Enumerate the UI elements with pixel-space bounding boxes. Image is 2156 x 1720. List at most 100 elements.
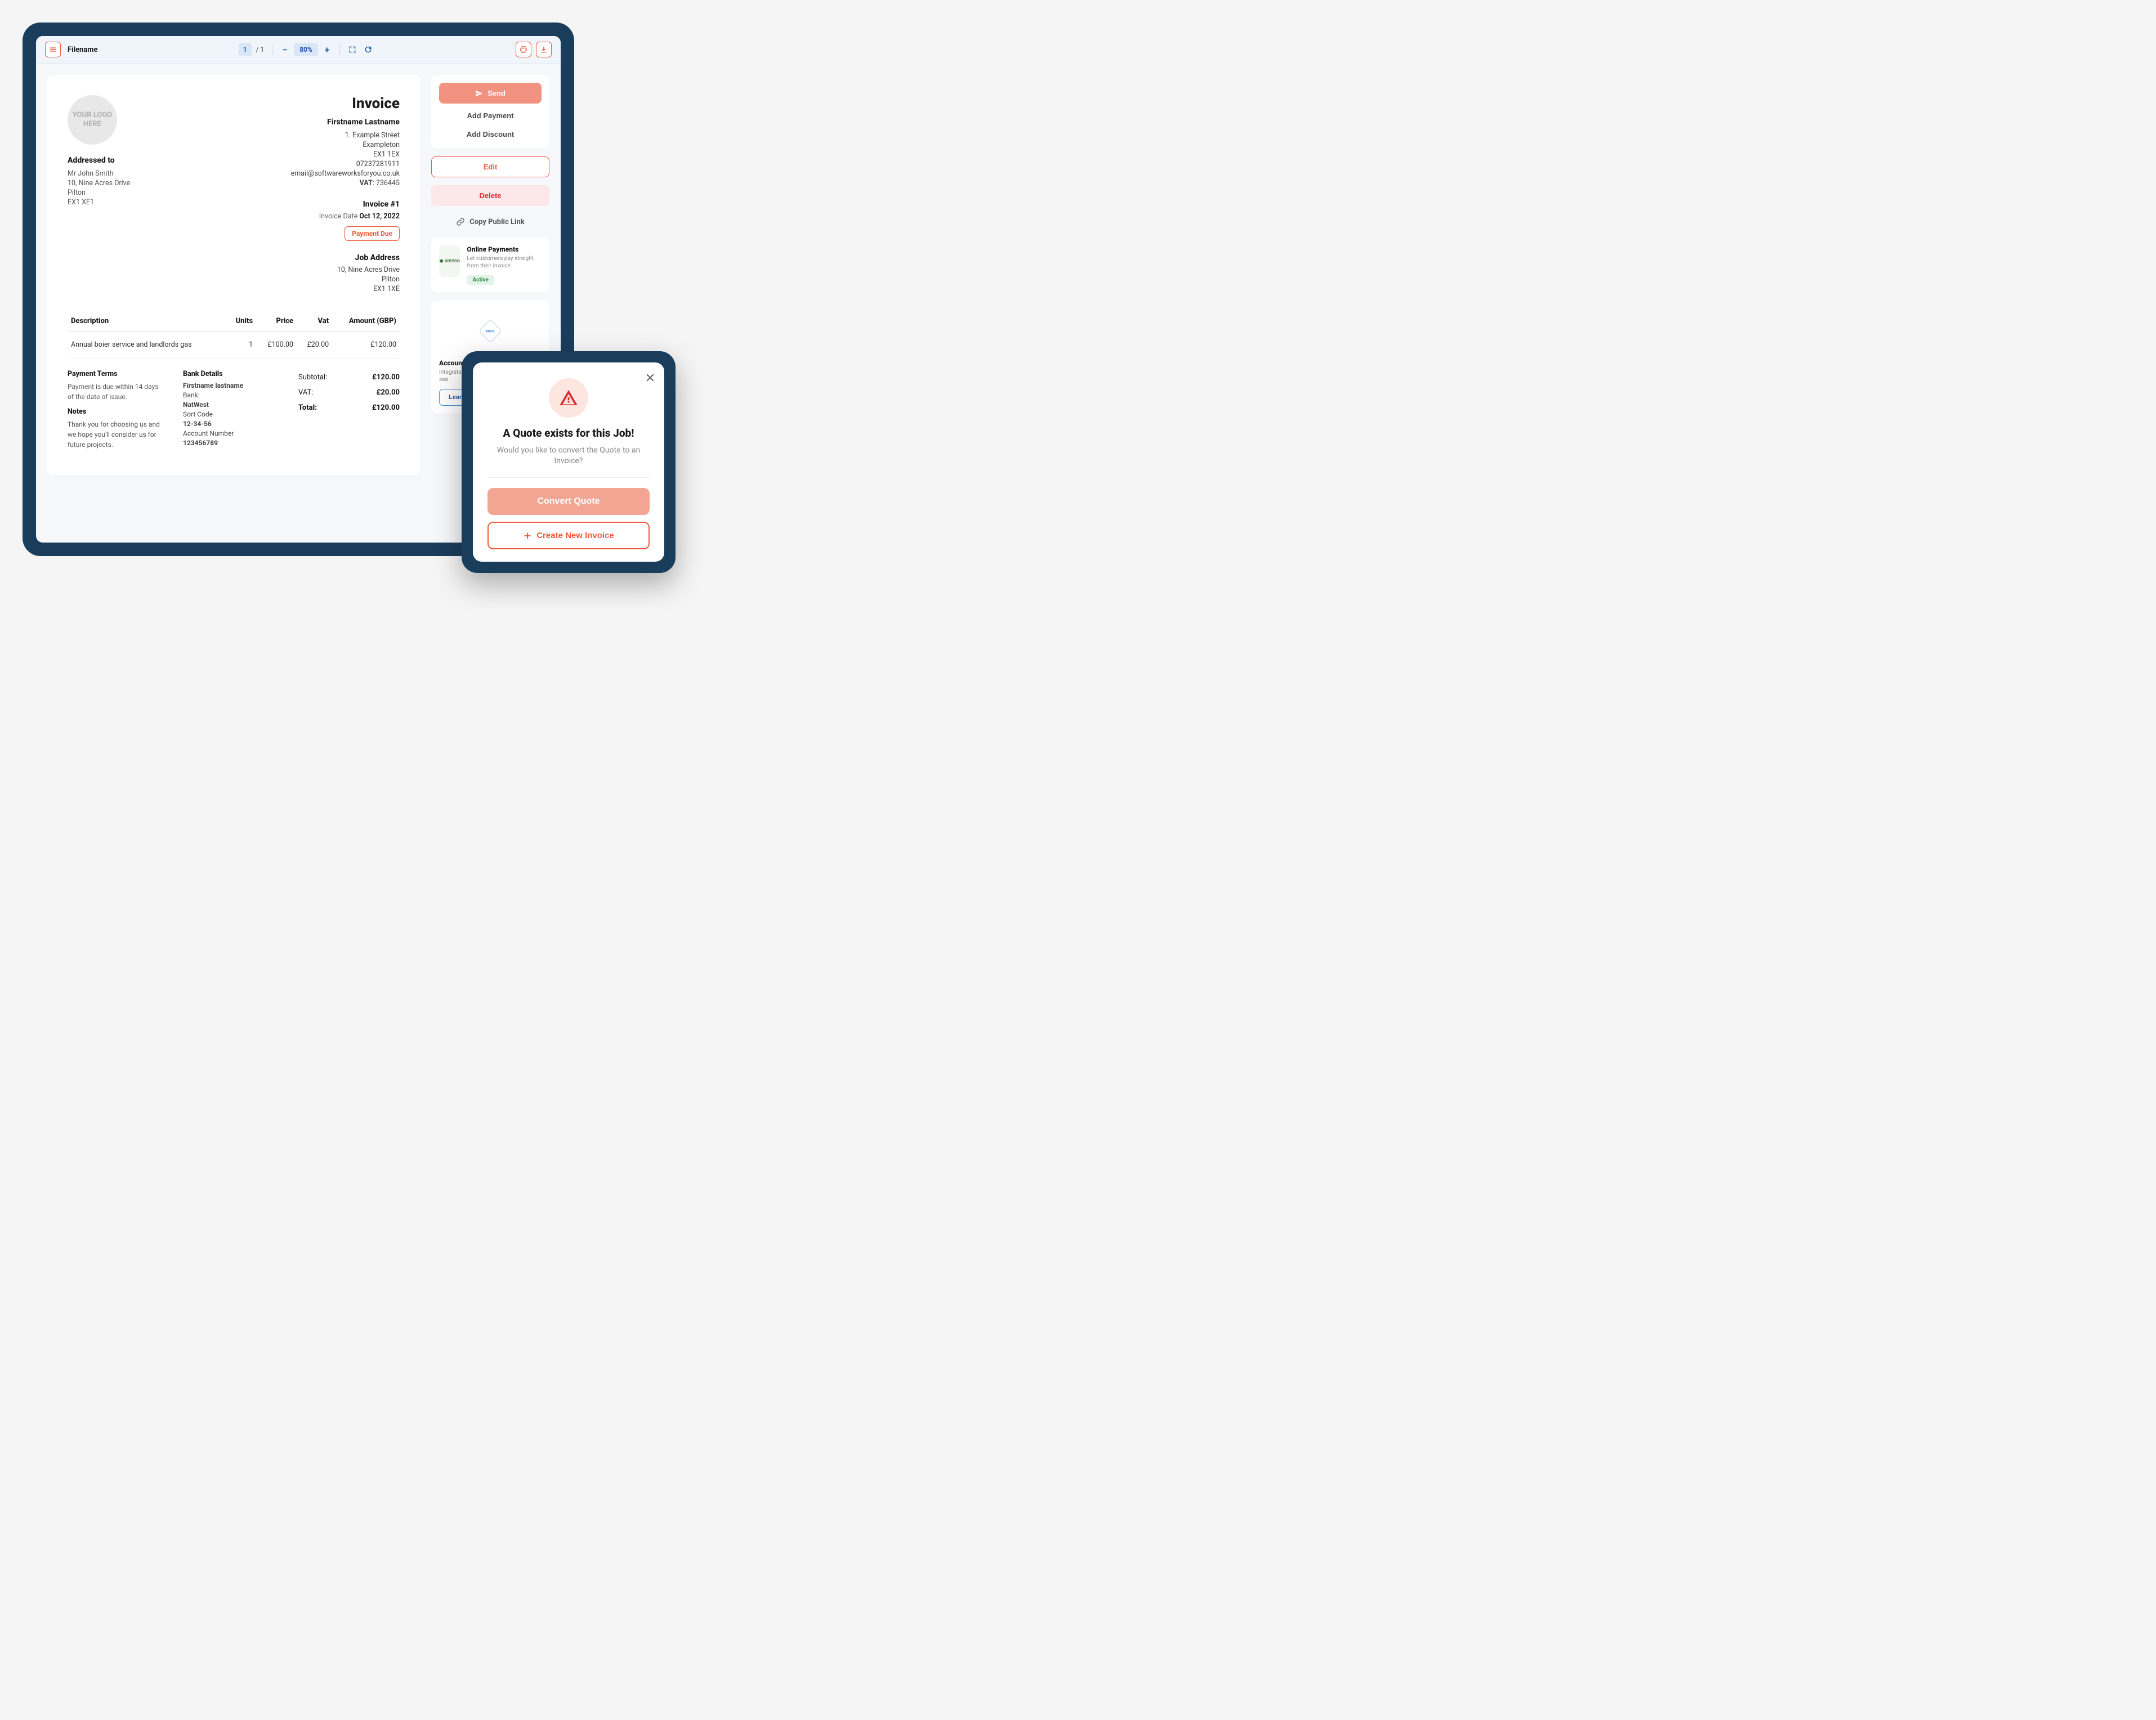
logo-placeholder: YOUR LOGO HERE — [68, 95, 117, 145]
vat-total-label: VAT: — [298, 388, 313, 397]
from-addr2: Exampleton — [291, 141, 400, 149]
filename-label: Filename — [68, 46, 98, 54]
create-new-invoice-button[interactable]: Create New Invoice — [487, 522, 650, 549]
acct-number: 123456789 — [183, 439, 218, 447]
bank-label: Bank: — [183, 391, 281, 399]
subtotal-label: Subtotal: — [298, 373, 327, 382]
copy-link-button[interactable]: Copy Public Link — [431, 214, 549, 230]
rotate-icon — [364, 46, 372, 53]
online-payments-desc: Let customers pay straight from their in… — [467, 255, 542, 270]
convert-quote-button[interactable]: Convert Quote — [487, 488, 650, 515]
terms-text: Payment is due within 14 days of the dat… — [68, 382, 166, 402]
xero-logo: xero — [478, 319, 502, 343]
modal-close-button[interactable] — [645, 371, 655, 386]
add-discount-button[interactable]: Add Discount — [439, 122, 542, 141]
print-icon — [520, 46, 527, 53]
logo-text: YOUR LOGO HERE — [68, 111, 117, 128]
toolbar-center: 1 / 1 − 80% + — [239, 43, 375, 56]
page-current[interactable]: 1 — [239, 43, 252, 56]
total-value: £120.00 — [372, 404, 400, 412]
device-frame: Filename 1 / 1 − 80% + — [23, 23, 574, 556]
invoice-footer: Payment Terms Payment is due within 14 d… — [68, 370, 400, 455]
cell-amount: £120.00 — [332, 332, 400, 359]
modal-device-frame: A Quote exists for this Job! Would you l… — [462, 351, 676, 573]
acct-label: Account Number — [183, 429, 281, 437]
to-addr2: Pilton — [68, 189, 130, 197]
zoom-in-button[interactable]: + — [320, 43, 334, 56]
invoice-number: Invoice #1 — [291, 200, 400, 209]
cell-desc: Annual boier service and landlords gas — [68, 332, 226, 359]
online-payments-card: ◆ crezco Online Payments Let customers p… — [431, 238, 549, 293]
quote-exists-modal: A Quote exists for this Job! Would you l… — [473, 362, 664, 562]
zoom-level[interactable]: 80% — [294, 43, 318, 56]
job-address-heading: Job Address — [291, 253, 400, 262]
bank-heading: Bank Details — [183, 370, 281, 378]
divider — [339, 44, 340, 55]
edit-button[interactable]: Edit — [431, 156, 549, 177]
to-postcode: EX1 XE1 — [68, 198, 130, 207]
invoice-document: YOUR LOGO HERE Addressed to Mr John Smit… — [47, 75, 420, 476]
modal-body: Would you like to convert the Quote to a… — [487, 445, 650, 467]
vat-number: 736445 — [376, 179, 400, 187]
sort-code: 12-34-56 — [183, 420, 212, 428]
rotate-button[interactable] — [361, 43, 375, 56]
col-price: Price — [256, 311, 297, 332]
from-email: email@softwareworksforyou.co.uk — [291, 169, 400, 178]
warning-icon-circle — [549, 378, 588, 418]
sort-label: Sort Code — [183, 410, 281, 418]
payment-due-badge: Payment Due — [345, 226, 400, 241]
plus-icon — [523, 531, 532, 540]
subtotal-value: £120.00 — [372, 373, 400, 382]
total-label: Total: — [298, 404, 317, 412]
to-addr1: 10, Nine Acres Drive — [68, 179, 130, 187]
addressed-to-heading: Addressed to — [68, 156, 130, 165]
delete-button[interactable]: Delete — [431, 185, 549, 206]
send-button[interactable]: Send — [439, 83, 542, 104]
divider — [487, 477, 650, 478]
from-name: Firstname Lastname — [291, 118, 400, 127]
online-payments-heading: Online Payments — [467, 245, 542, 253]
bank-holder: Firstname lastname — [183, 382, 243, 389]
to-name: Mr John Smith — [68, 169, 130, 178]
bank-name: NatWest — [183, 401, 209, 409]
menu-button[interactable] — [45, 42, 61, 57]
col-units: Units — [226, 311, 256, 332]
expand-icon — [348, 46, 356, 53]
download-button[interactable] — [536, 42, 552, 57]
menu-icon — [49, 46, 57, 53]
invoice-title: Invoice — [291, 95, 400, 112]
from-addr1: 1. Example Street — [291, 131, 400, 140]
col-description: Description — [68, 311, 226, 332]
cell-price: £100.00 — [256, 332, 297, 359]
pdf-toolbar: Filename 1 / 1 − 80% + — [36, 36, 561, 64]
send-icon — [475, 89, 483, 97]
crezco-logo: ◆ crezco — [439, 245, 460, 277]
job-addr1: 10, Nine Acres Drive — [291, 266, 400, 274]
table-row: Annual boier service and landlords gas 1… — [68, 332, 400, 359]
active-badge: Active — [467, 275, 494, 285]
job-postcode: EX1 1XE — [291, 285, 400, 293]
invoice-date: Invoice Date Oct 12, 2022 — [291, 212, 400, 221]
notes-heading: Notes — [68, 407, 166, 416]
notes-text: Thank you for choosing us and we hope yo… — [68, 419, 166, 450]
zoom-out-button[interactable]: − — [278, 43, 292, 56]
warning-icon — [559, 388, 578, 407]
close-icon — [645, 373, 655, 383]
vat-label: VAT — [360, 179, 373, 187]
vat-total-value: £20.00 — [377, 388, 400, 397]
cell-vat: £20.00 — [297, 332, 332, 359]
col-vat: Vat — [297, 311, 332, 332]
col-amount: Amount (GBP) — [332, 311, 400, 332]
from-postcode: EX1 1EX — [291, 150, 400, 159]
add-payment-button[interactable]: Add Payment — [439, 104, 542, 122]
cell-units: 1 — [226, 332, 256, 359]
from-phone: 07237281911 — [291, 160, 400, 168]
line-items-table: Description Units Price Vat Amount (GBP)… — [68, 311, 400, 359]
fullscreen-button[interactable] — [346, 43, 359, 56]
download-icon — [540, 46, 548, 53]
vat-row: VAT: 736445 — [291, 179, 400, 187]
job-addr2: Pilton — [291, 275, 400, 284]
modal-title: A Quote exists for this Job! — [487, 427, 650, 440]
terms-heading: Payment Terms — [68, 370, 166, 378]
print-button[interactable] — [516, 42, 531, 57]
